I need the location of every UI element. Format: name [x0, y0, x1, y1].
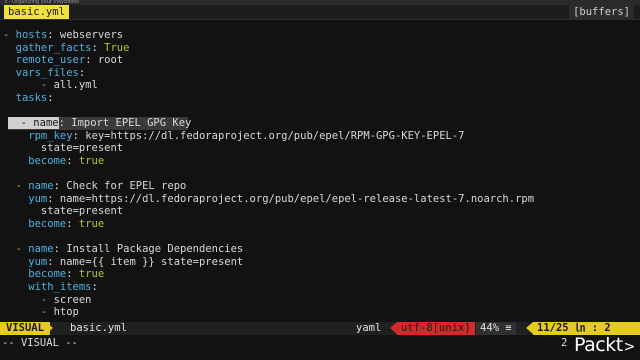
- yaml-key: rpm_key: [3, 129, 73, 142]
- code-line[interactable]: yum: name={{ item }} state=present: [3, 256, 243, 269]
- code-line[interactable]: become: true: [3, 218, 104, 231]
- logo-text: Packt: [574, 334, 623, 356]
- status-percent: 44% ≡: [476, 322, 516, 335]
- yaml-boolean: true: [72, 268, 105, 281]
- yaml-value: Check for EPEL repo: [59, 180, 187, 193]
- yaml-key: name: [28, 180, 54, 193]
- mode-badge: VISUAL: [0, 322, 50, 335]
- selection-count: 2: [561, 337, 568, 349]
- yaml-boolean: true: [72, 155, 105, 167]
- yaml-value: state=present: [3, 205, 124, 218]
- dash: -: [3, 79, 54, 92]
- yaml-key: become: [3, 218, 67, 230]
- yaml-value: state=present: [3, 142, 124, 155]
- yaml-colon: :: [47, 92, 54, 104]
- code-line[interactable]: yum: name=https://dl.fedoraproject.org/p…: [3, 193, 534, 206]
- code-line[interactable]: - all.yml: [3, 79, 98, 92]
- yaml-key: name: [33, 117, 59, 130]
- code-line[interactable]: rpm_key: key=https://dl.fedoraproject.or…: [3, 129, 465, 143]
- code-line[interactable]: - hosts: webservers: [3, 29, 123, 42]
- yaml-key: with_items: [3, 281, 92, 293]
- code-line[interactable]: - name: Install Package Dependencies: [3, 243, 244, 256]
- status-filename: basic.yml: [70, 322, 127, 334]
- yaml-key: become: [3, 155, 67, 167]
- yaml-boolean: true: [72, 218, 105, 230]
- yaml-value: key=https://dl.fedoraproject.org/pub/epe…: [78, 129, 465, 142]
- dash: -: [3, 306, 54, 319]
- yaml-colon: :: [78, 66, 86, 79]
- yaml-key: yum: [3, 255, 48, 268]
- code-line[interactable]: - htop: [3, 306, 79, 319]
- command-line[interactable]: -- VISUAL --: [0, 336, 640, 350]
- dash: -: [3, 180, 29, 193]
- yaml-colon: :: [91, 281, 98, 293]
- buffers-indicator[interactable]: [buffers]: [569, 5, 634, 19]
- yaml-value: Import EPEL GPG Key: [64, 117, 192, 130]
- yaml-key: hosts: [15, 29, 48, 41]
- yaml-value: Install Package Dependencies: [59, 243, 244, 256]
- status-filetype: yaml: [356, 322, 382, 334]
- logo-arrow-icon: >: [623, 339, 636, 355]
- code-line[interactable]: gather_facts: True: [3, 41, 130, 55]
- code-line[interactable]: tasks:: [3, 92, 54, 105]
- yaml-value: name=https://dl.fedoraproject.org/pub/ep…: [53, 192, 535, 205]
- packt-logo: Packt>: [574, 333, 635, 357]
- dash: -: [3, 243, 29, 256]
- yaml-value: root: [91, 54, 124, 67]
- status-encoding: utf-8[unix]: [397, 322, 475, 335]
- yaml-value: webservers: [53, 29, 124, 41]
- yaml-value: htop: [53, 306, 79, 319]
- code-line[interactable]: state=present: [3, 142, 123, 155]
- editor-buffer[interactable]: - hosts: webservers gather_facts: True r…: [0, 29, 640, 321]
- code-line[interactable]: remote_user: root: [3, 54, 123, 67]
- code-line[interactable]: - name: Check for EPEL repo: [3, 180, 187, 193]
- yaml-value: name={{ item }} state=present: [53, 255, 244, 268]
- yaml-value: screen: [53, 293, 92, 306]
- status-line: VISUAL basic.yml yaml utf-8[unix] 44% ≡ …: [0, 322, 640, 335]
- yaml-key: remote_user: [3, 54, 86, 67]
- code-line[interactable]: vars_files:: [3, 66, 86, 80]
- yaml-value: all.yml: [53, 79, 98, 92]
- code-line[interactable]: become: true: [3, 268, 104, 281]
- code-line[interactable]: - screen: [3, 294, 92, 307]
- code-line[interactable]: become: true: [3, 155, 104, 168]
- dash: -: [3, 29, 16, 41]
- yaml-key: name: [28, 243, 54, 256]
- dash: -: [3, 293, 54, 306]
- code-line[interactable]: state=present: [3, 205, 123, 218]
- tab-basic-yml[interactable]: basic.yml: [4, 5, 69, 19]
- yaml-key: tasks: [3, 92, 48, 104]
- dash: -: [8, 117, 34, 130]
- code-line[interactable]: with_items:: [3, 281, 98, 294]
- powerline-separator-icon: [526, 322, 533, 334]
- yaml-key: become: [3, 268, 67, 281]
- code-line[interactable]: - name: Import EPEL GPG Key: [8, 117, 192, 130]
- yaml-boolean: True: [97, 41, 130, 54]
- powerline-separator-icon: [46, 322, 53, 334]
- yaml-key: gather_facts: [3, 41, 92, 54]
- yaml-key: yum: [3, 192, 48, 205]
- yaml-key: vars_files: [3, 66, 79, 79]
- powerline-separator-icon: [390, 322, 397, 334]
- tabline: basic.yml [buffers]: [0, 5, 640, 20]
